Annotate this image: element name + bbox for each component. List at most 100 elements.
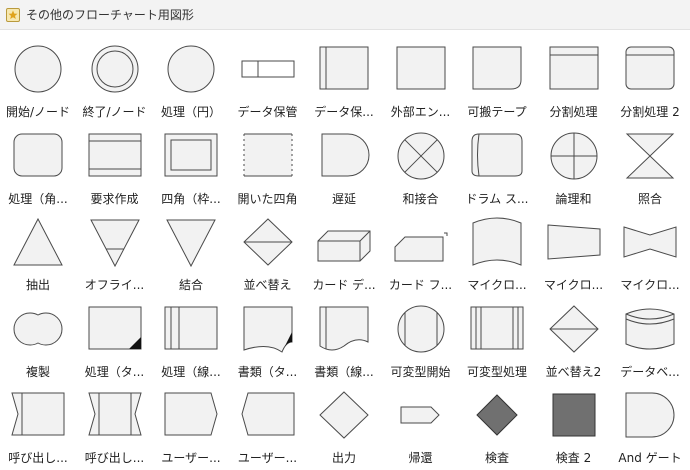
shape-label: 外部エン...	[390, 105, 451, 119]
rect-left-line-icon	[319, 46, 369, 90]
shape-item-15[interactable]: ドラム ス...	[459, 123, 535, 209]
twin-circle-icon	[13, 311, 63, 346]
shape-label: マイクロ...	[543, 278, 604, 292]
shape-item-27[interactable]: 複製	[0, 296, 76, 382]
shape-label: 検査	[484, 451, 509, 465]
shape-label: 検査 2	[555, 451, 592, 465]
card-flat-icon	[394, 232, 447, 262]
shape-item-0[interactable]: 開始/ノード	[0, 36, 76, 122]
call-left-icon	[11, 392, 65, 436]
shape-label: 和接合	[402, 191, 439, 206]
rect-four-lines-icon	[470, 306, 524, 349]
shape-item-17[interactable]: 照合	[612, 123, 688, 209]
shape-label: 複製	[25, 364, 50, 379]
shape-item-22[interactable]: カード デ...	[306, 209, 382, 295]
diamond-icon	[319, 391, 369, 439]
shape-label: データ保管	[237, 105, 298, 119]
shape-label: 出力	[331, 451, 356, 465]
shape-item-2[interactable]: 処理（円）	[153, 36, 229, 122]
shape-item-40[interactable]: 出力	[306, 382, 382, 468]
shape-item-10[interactable]: 要求作成	[77, 123, 153, 209]
shape-item-11[interactable]: 四角（枠...	[153, 123, 229, 209]
circle-two-lines-icon	[397, 305, 444, 352]
shape-item-8[interactable]: 分割処理 2	[612, 36, 688, 122]
user-left-icon	[240, 392, 294, 436]
shape-label: 書類（タ...	[237, 364, 298, 379]
shape-item-18[interactable]: 抽出	[0, 209, 76, 295]
shape-label: 遅延	[331, 191, 356, 206]
circle-plus-icon	[550, 132, 597, 179]
diamond-line-icon	[242, 218, 293, 266]
shape-item-6[interactable]: 可搬テープ	[459, 36, 535, 122]
shape-label: マイクロ...	[620, 278, 680, 292]
shape-label: データベ...	[620, 364, 680, 379]
shape-item-26[interactable]: マイクロ...	[612, 209, 688, 295]
shape-item-29[interactable]: 処理（線...	[153, 296, 229, 382]
shape-item-13[interactable]: 遅延	[306, 123, 382, 209]
hourglass-icon	[625, 133, 675, 178]
shape-label: 処理（円）	[160, 105, 221, 119]
pentagon-arrow-icon	[400, 406, 440, 424]
shape-label: 抽出	[25, 278, 50, 292]
shape-item-5[interactable]: 外部エン...	[383, 36, 459, 122]
shape-item-20[interactable]: 結合	[153, 209, 229, 295]
delay-icon	[321, 133, 370, 176]
database-icon	[625, 308, 675, 349]
shape-label: カード デ...	[312, 278, 376, 292]
shape-item-41[interactable]: 帰還	[383, 382, 459, 468]
shape-label: ユーザー...	[161, 451, 221, 465]
shape-item-9[interactable]: 処理（角...	[0, 123, 76, 209]
shape-item-23[interactable]: カード フ...	[383, 209, 459, 295]
shape-label: ドラム ス...	[465, 191, 529, 206]
shape-item-24[interactable]: マイクロ...	[459, 209, 535, 295]
shape-item-39[interactable]: ユーザー...	[230, 382, 306, 468]
shape-item-19[interactable]: オフライ...	[77, 209, 153, 295]
and-gate-icon	[625, 392, 675, 438]
shape-item-44[interactable]: And ゲート	[612, 382, 688, 468]
shape-item-43[interactable]: 検査 2	[536, 382, 612, 468]
shape-library-grid: 開始/ノード 終了/ノード 処理（円） データ保管 データ保... 外部エン... 可搬テー…	[0, 30, 690, 470]
shape-item-37[interactable]: 呼び出し...	[77, 382, 153, 468]
shape-label: 処理（角...	[8, 191, 68, 206]
shape-item-31[interactable]: 書類（線...	[306, 296, 382, 382]
square-dark-icon	[552, 393, 595, 437]
shape-item-33[interactable]: 可変型処理	[459, 296, 535, 382]
shape-item-7[interactable]: 分割処理	[536, 36, 612, 122]
shape-item-36[interactable]: 呼び出し...	[0, 382, 76, 468]
shape-item-28[interactable]: 処理（タ...	[77, 296, 153, 382]
open-rect-icon	[243, 133, 292, 176]
shape-label: 要求作成	[90, 191, 139, 206]
rect-icon	[396, 46, 445, 90]
shape-item-14[interactable]: 和接合	[383, 123, 459, 209]
shape-label: 終了/ノード	[82, 105, 147, 119]
shape-item-3[interactable]: データ保管	[230, 36, 306, 122]
shape-item-35[interactable]: データベ...	[612, 296, 688, 382]
library-icon	[6, 7, 20, 22]
shape-label: 開いた四角	[237, 191, 298, 206]
shape-item-42[interactable]: 検査	[459, 382, 535, 468]
shape-label: 処理（タ...	[84, 364, 145, 379]
shape-label: データ保...	[314, 105, 374, 119]
shape-item-25[interactable]: マイクロ...	[536, 209, 612, 295]
shape-item-34[interactable]: 並べ替え2	[536, 296, 612, 382]
shape-item-4[interactable]: データ保...	[306, 36, 382, 122]
stored-data-line-icon	[241, 60, 294, 78]
shape-item-21[interactable]: 並べ替え	[230, 209, 306, 295]
card-3d-icon	[317, 230, 371, 262]
shape-item-38[interactable]: ユーザー...	[153, 382, 229, 468]
shape-item-30[interactable]: 書類（タ...	[230, 296, 306, 382]
shape-item-1[interactable]: 終了/ノード	[77, 36, 153, 122]
shape-label: 可変型開始	[390, 364, 451, 379]
triangle-up-icon	[13, 217, 63, 266]
diamond-line-icon	[548, 304, 599, 353]
shape-label: 結合	[178, 278, 203, 292]
shape-item-16[interactable]: 論理和	[536, 123, 612, 209]
shape-label: 分割処理 2	[620, 105, 680, 119]
shape-item-12[interactable]: 開いた四角	[230, 123, 306, 209]
shape-label: 分割処理	[549, 105, 598, 119]
circle-icon	[14, 45, 62, 93]
shape-label: 可搬テープ	[467, 105, 527, 119]
shape-item-32[interactable]: 可変型開始	[383, 296, 459, 382]
diamond-dark-icon	[476, 394, 518, 436]
rect-two-lines-icon	[164, 306, 218, 349]
